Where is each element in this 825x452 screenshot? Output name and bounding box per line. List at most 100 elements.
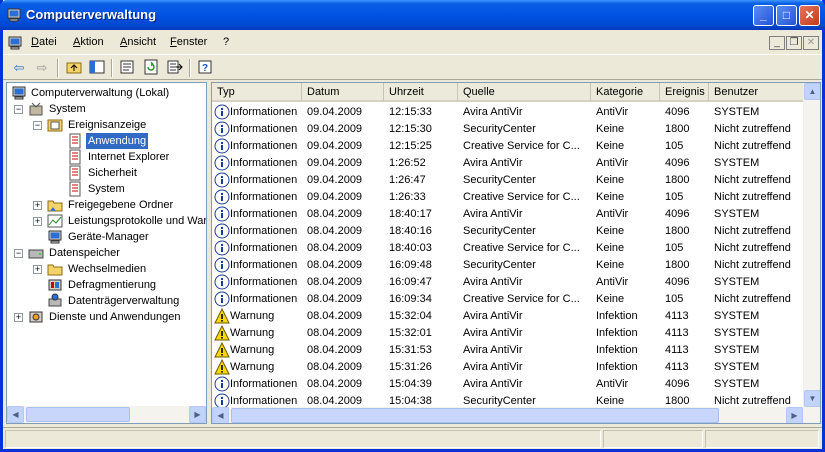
tree-item-system-log[interactable]: System — [11, 181, 206, 197]
status-segment — [5, 430, 601, 448]
menu-ansicht[interactable]: Ansicht — [120, 36, 156, 48]
collapse-icon[interactable]: − — [33, 121, 42, 130]
scroll-right-button[interactable]: ▶ — [786, 407, 803, 423]
table-row[interactable]: Informationen 08.04.2009 16:09:48 SecurityC… — [212, 257, 804, 274]
column-ereignis[interactable]: Ereignis — [660, 83, 709, 101]
scroll-up-button[interactable]: ▲ — [804, 83, 820, 100]
cell-quelle: Avira AntiVir — [463, 378, 523, 390]
list-horizontal-scrollbar[interactable]: ◀ ▶ — [212, 407, 820, 423]
collapse-icon[interactable]: − — [14, 105, 23, 114]
tree-horizontal-scrollbar[interactable]: ◀ ▶ — [7, 406, 206, 423]
table-row[interactable]: Informationen 09.04.2009 12:15:25 Creative … — [212, 138, 804, 155]
expand-icon[interactable]: + — [33, 217, 42, 226]
cell-benutzer: SYSTEM — [714, 208, 760, 220]
column-kategorie[interactable]: Kategorie — [591, 83, 660, 101]
menu-help[interactable]: ? — [223, 36, 229, 48]
scroll-left-button[interactable]: ◀ — [212, 407, 229, 423]
list-vertical-scrollbar[interactable]: ▲ ▼ — [803, 83, 820, 407]
column-benutzer[interactable]: Benutzer — [709, 83, 804, 101]
tree-item-storage[interactable]: − Datenspeicher — [11, 245, 206, 261]
cell-datum: 08.04.2009 — [307, 276, 363, 288]
menu-aktion[interactable]: Aktion — [73, 36, 104, 48]
tree-item-application[interactable]: Anwendung — [11, 132, 206, 150]
forward-button[interactable]: ⇨ — [32, 59, 52, 77]
menu-datei[interactable]: Datei — [31, 36, 57, 48]
column-quelle[interactable]: Quelle — [458, 83, 591, 101]
table-row[interactable]: Informationen 08.04.2009 16:09:47 Avira Ant… — [212, 274, 804, 291]
scroll-down-button[interactable]: ▼ — [804, 390, 820, 407]
cell-kategorie: Keine — [596, 174, 625, 186]
table-row[interactable]: Informationen 08.04.2009 18:40:16 SecurityC… — [212, 223, 804, 240]
table-row[interactable]: Informationen 09.04.2009 1:26:52 Avira Anti… — [212, 155, 804, 172]
log-icon — [69, 165, 81, 181]
table-row[interactable]: Informationen 08.04.2009 18:40:03 Creative … — [212, 240, 804, 257]
computer-icon[interactable] — [7, 35, 23, 51]
scrollbar-thumb[interactable] — [26, 407, 130, 422]
maximize-button[interactable]: □ — [776, 5, 797, 26]
tree-item-defragmentation[interactable]: Defragmentierung — [11, 277, 206, 293]
close-button[interactable]: ✕ — [799, 5, 820, 26]
tree-item-system[interactable]: − System — [11, 101, 206, 117]
tree-item-event-viewer[interactable]: − Ereignisanzeige — [11, 117, 206, 133]
mdi-restore-button[interactable]: ❐ — [786, 36, 802, 50]
table-row[interactable]: Warnung 08.04.2009 15:31:26 Avira AntiVir In… — [212, 359, 804, 376]
collapse-icon[interactable]: − — [14, 249, 23, 258]
scroll-left-button[interactable]: ◀ — [7, 406, 24, 423]
cell-benutzer: SYSTEM — [714, 106, 760, 118]
properties-button[interactable] — [117, 59, 137, 77]
column-datum[interactable]: Datum — [302, 83, 384, 101]
expand-icon[interactable]: + — [33, 265, 42, 274]
table-row[interactable]: Informationen 08.04.2009 16:09:34 Creative … — [212, 291, 804, 308]
tree-item-performance-logs[interactable]: + Leistungsprotokolle und Warn — [11, 213, 206, 229]
tree-item-removable-storage[interactable]: + Wechselmedien — [11, 261, 206, 277]
mdi-minimize-button[interactable]: _ — [769, 36, 785, 50]
column-uhrzeit[interactable]: Uhrzeit — [384, 83, 458, 101]
help-button[interactable]: ? — [195, 59, 215, 77]
cell-uhrzeit: 18:40:03 — [389, 242, 432, 254]
cell-kategorie: Infektion — [596, 310, 638, 322]
cell-benutzer: SYSTEM — [714, 157, 760, 169]
table-row[interactable]: Informationen 09.04.2009 1:26:47 SecurityCe… — [212, 172, 804, 189]
table-row[interactable]: Informationen 08.04.2009 15:04:39 Avira Ant… — [212, 376, 804, 393]
status-segment — [705, 430, 819, 448]
scrollbar-thumb[interactable] — [231, 408, 719, 423]
menu-fenster[interactable]: Fenster — [170, 36, 207, 48]
log-icon — [69, 133, 81, 149]
table-row[interactable]: Informationen 09.04.2009 12:15:30 SecurityC… — [212, 121, 804, 138]
scroll-right-button[interactable]: ▶ — [189, 406, 206, 423]
table-row[interactable]: Informationen 08.04.2009 18:40:17 Avira Ant… — [212, 206, 804, 223]
cell-quelle: Avira AntiVir — [463, 208, 523, 220]
up-one-level-button[interactable] — [64, 59, 84, 77]
console-tree[interactable]: Computerverwaltung (Lokal) − System − Er… — [6, 82, 207, 424]
tree-item-services-applications[interactable]: + Dienste und Anwendungen — [11, 309, 206, 325]
tree-item-device-manager[interactable]: Geräte-Manager — [11, 229, 206, 245]
tree-item-shared-folders[interactable]: + Freigegebene Ordner — [11, 197, 206, 213]
export-list-button[interactable] — [165, 59, 185, 77]
table-row[interactable]: Informationen 09.04.2009 1:26:33 Creative S… — [212, 189, 804, 206]
tree-item-root[interactable]: Computerverwaltung (Lokal) — [11, 85, 206, 101]
cell-kategorie: Infektion — [596, 327, 638, 339]
expand-icon[interactable]: + — [14, 313, 23, 322]
cell-datum: 08.04.2009 — [307, 344, 363, 356]
table-row[interactable]: Warnung 08.04.2009 15:31:53 Avira AntiVir In… — [212, 342, 804, 359]
minimize-button[interactable]: _ — [753, 5, 774, 26]
back-button[interactable]: ⇦ — [9, 59, 29, 77]
expand-icon[interactable]: + — [33, 201, 42, 210]
title-bar[interactable]: Computerverwaltung _ □ ✕ — [0, 0, 825, 30]
table-row[interactable]: Warnung 08.04.2009 15:32:01 Avira AntiVir In… — [212, 325, 804, 342]
refresh-button[interactable] — [141, 59, 161, 77]
table-row[interactable]: Warnung 08.04.2009 15:32:04 Avira AntiVir In… — [212, 308, 804, 325]
tree-item-security[interactable]: Sicherheit — [11, 165, 206, 181]
column-typ[interactable]: Typ — [212, 83, 302, 101]
table-row[interactable]: Informationen 09.04.2009 12:15:33 Avira Ant… — [212, 104, 804, 121]
cell-benutzer: Nicht zutreffend — [714, 191, 791, 203]
mdi-close-button[interactable]: ✕ — [803, 36, 819, 50]
tree-item-internet-explorer[interactable]: Internet Explorer — [11, 149, 206, 165]
cell-kategorie: Keine — [596, 293, 625, 305]
cell-ereignis: 1800 — [665, 259, 690, 271]
refresh-icon — [144, 59, 158, 75]
show-hide-tree-button[interactable] — [87, 59, 107, 77]
cell-typ: Informationen — [230, 123, 298, 135]
tree-item-disk-management[interactable]: Datenträgerverwaltung — [11, 293, 206, 309]
event-list[interactable]: Typ Datum Uhrzeit Quelle Kategorie Ereig… — [211, 82, 821, 424]
